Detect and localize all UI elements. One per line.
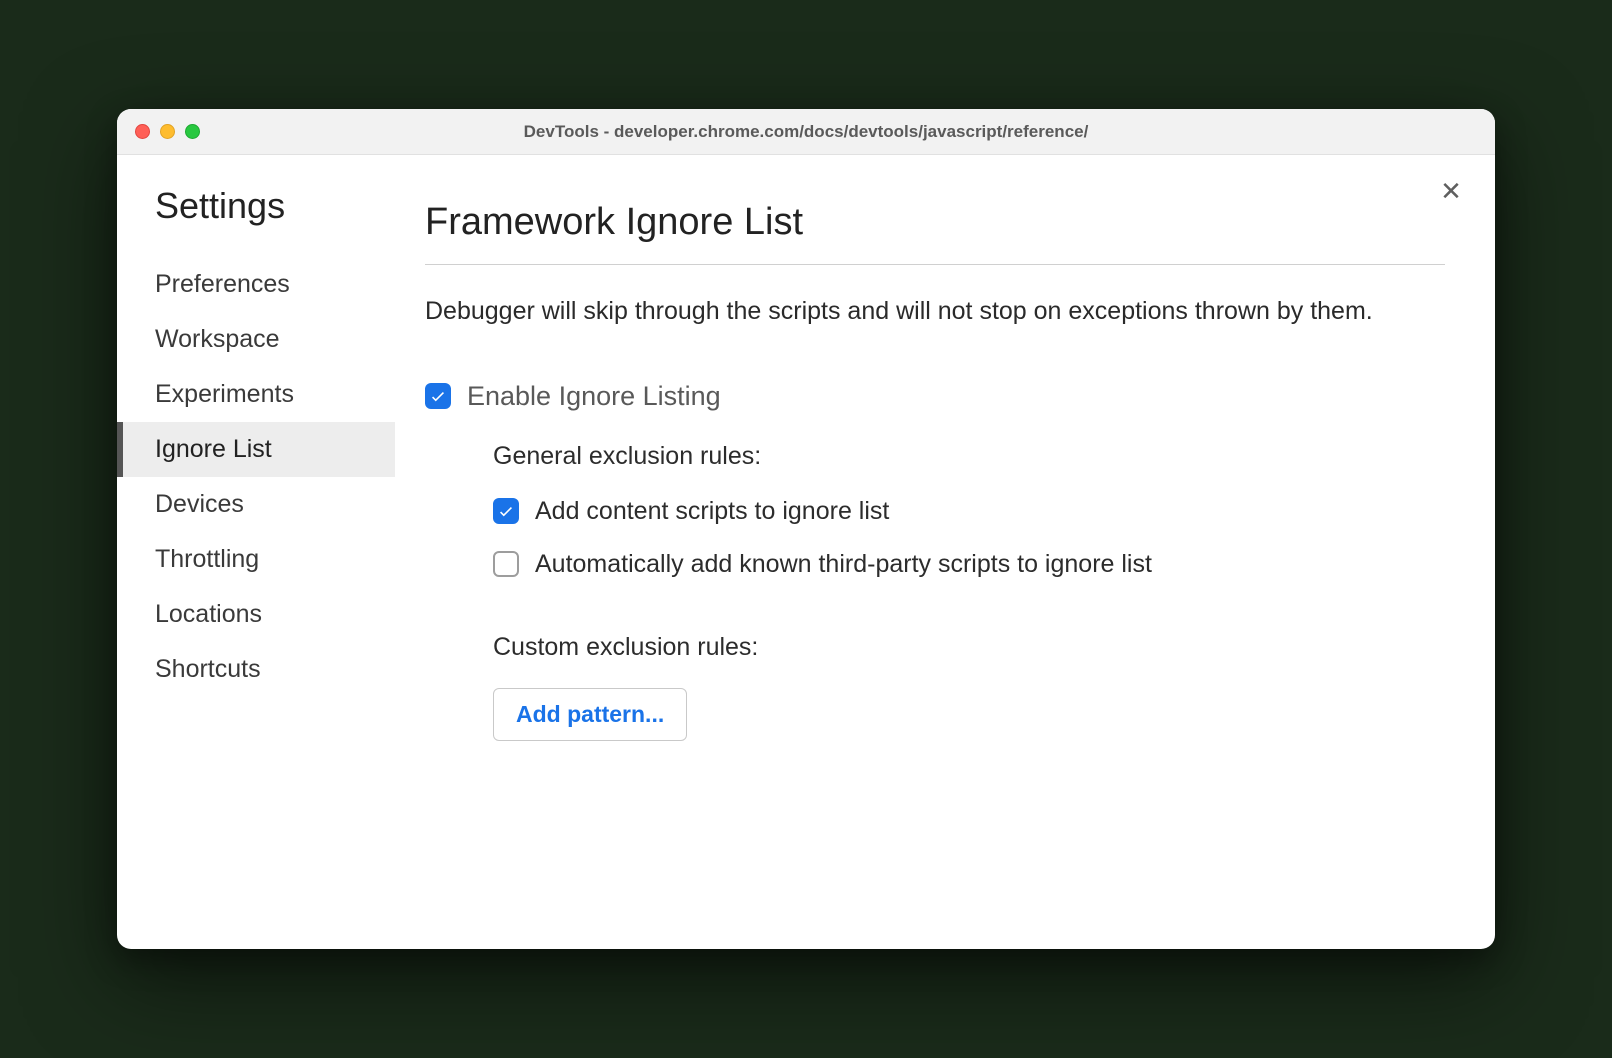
window-zoom-icon[interactable] [185,124,200,139]
sidebar-item-experiments[interactable]: Experiments [117,367,395,422]
auto-third-party-row[interactable]: Automatically add known third-party scri… [493,550,1445,579]
ignore-listing-subsection: General exclusion rules: Add content scr… [493,442,1445,741]
divider [425,264,1445,265]
add-content-scripts-label: Add content scripts to ignore list [535,497,889,526]
sidebar-item-workspace[interactable]: Workspace [117,312,395,367]
traffic-lights [135,124,200,139]
window-title: DevTools - developer.chrome.com/docs/dev… [117,122,1495,142]
add-pattern-button[interactable]: Add pattern... [493,688,687,741]
sidebar-item-devices[interactable]: Devices [117,477,395,532]
content-area: ✕ Settings Preferences Workspace Experim… [117,155,1495,949]
settings-sidebar: Settings Preferences Workspace Experimen… [117,155,395,949]
add-content-scripts-row[interactable]: Add content scripts to ignore list [493,497,1445,526]
sidebar-item-locations[interactable]: Locations [117,587,395,642]
sidebar-item-throttling[interactable]: Throttling [117,532,395,587]
enable-ignore-listing-row[interactable]: Enable Ignore Listing [425,381,1445,412]
page-heading: Framework Ignore List [425,201,1445,264]
enable-ignore-listing-label: Enable Ignore Listing [467,381,721,412]
sidebar-item-preferences[interactable]: Preferences [117,257,395,312]
titlebar: DevTools - developer.chrome.com/docs/dev… [117,109,1495,155]
general-rules-heading: General exclusion rules: [493,442,1445,471]
auto-third-party-label: Automatically add known third-party scri… [535,550,1152,579]
close-icon[interactable]: ✕ [1437,177,1465,205]
sidebar-item-shortcuts[interactable]: Shortcuts [117,642,395,697]
check-icon [497,502,515,520]
page-description: Debugger will skip through the scripts a… [425,293,1445,331]
auto-third-party-checkbox[interactable] [493,551,519,577]
window-close-icon[interactable] [135,124,150,139]
window-minimize-icon[interactable] [160,124,175,139]
sidebar-item-ignore-list[interactable]: Ignore List [117,422,395,477]
custom-rules-heading: Custom exclusion rules: [493,633,1445,662]
enable-ignore-listing-checkbox[interactable] [425,383,451,409]
devtools-window: DevTools - developer.chrome.com/docs/dev… [117,109,1495,949]
add-content-scripts-checkbox[interactable] [493,498,519,524]
check-icon [429,387,447,405]
main-panel: Framework Ignore List Debugger will skip… [395,155,1495,949]
settings-title: Settings [155,185,395,227]
